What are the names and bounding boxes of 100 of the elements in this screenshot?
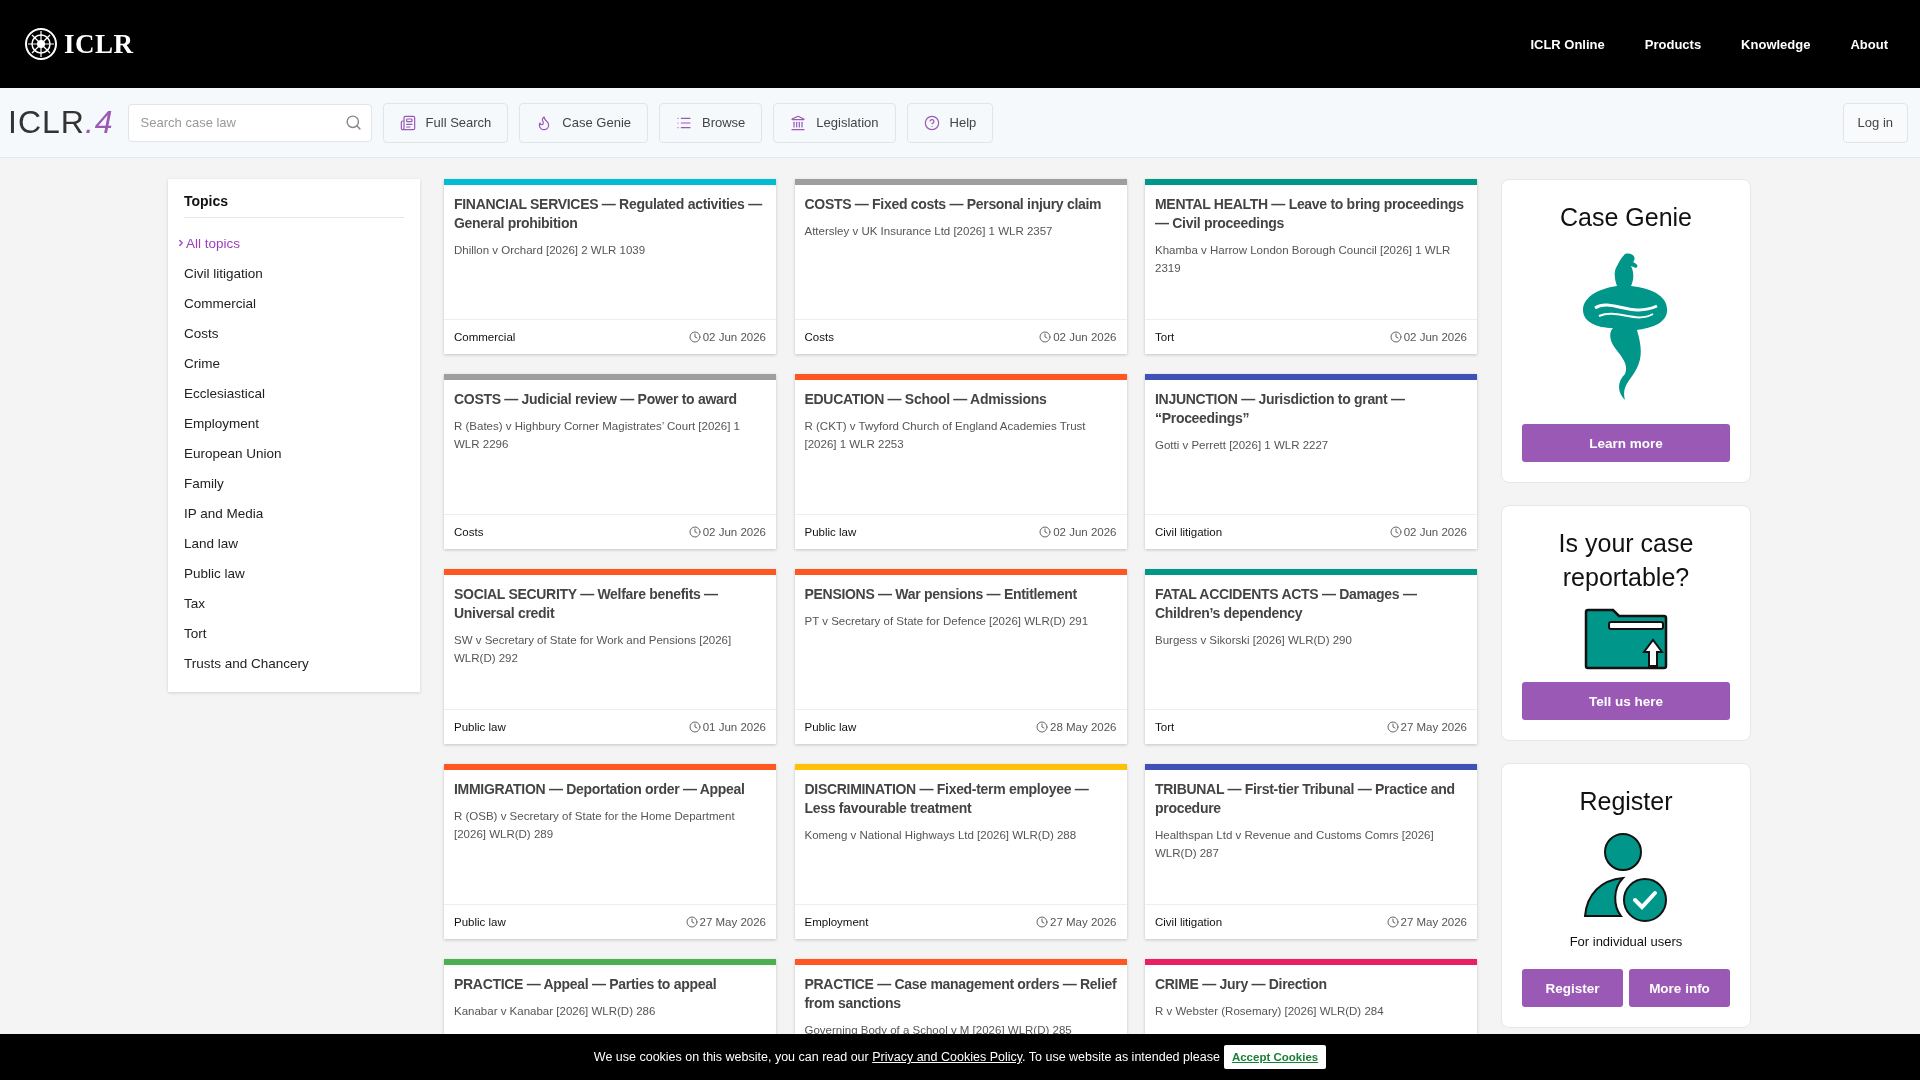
case-citation: SW v Secretary of State for Work and Pensions [2026] WLR(D) 292 — [454, 633, 733, 666]
help-icon — [923, 114, 940, 131]
promo-button[interactable]: Register — [1522, 969, 1623, 1007]
case-citation: Burgess v Sikorski [2026] WLR(D) 290 — [1155, 633, 1353, 648]
topic-link[interactable]: Employment — [184, 415, 260, 431]
accept-cookies-button[interactable]: Accept Cookies — [1223, 1045, 1327, 1069]
case-topic: Public law — [804, 526, 857, 538]
case-citation: Dhillon v Orchard [2026] 2 WLR 1039 — [454, 243, 647, 258]
promo-button[interactable]: Tell us here — [1522, 682, 1730, 720]
case-card[interactable]: EDUCATION — School — Admissions R (CKT) v Twyford Church of England Academies Trust [2026] 1 WLR 2253 Public law 02 Jun 2026 — [794, 374, 1127, 549]
case-card[interactable]: COSTS — Fixed costs — Personal injury claim Attersley v UK Insurance Ltd [2026] 1 WLR 2357 Costs 02 Jun 2026 — [794, 179, 1127, 354]
topic-link[interactable]: IP and Media — [184, 505, 264, 521]
case-date: 02 Jun 2026 — [702, 526, 766, 538]
promo-button[interactable]: Learn more — [1522, 424, 1730, 462]
case-card[interactable]: SOCIAL SECURITY — Welfare benefits — Universal credit SW v Secretary of State for Work and Pensions [2026] WLR(D) 292 Public law 01 Jun 2026 — [444, 569, 776, 744]
case-topic: Public law — [454, 916, 506, 928]
case-topic: Tort — [1155, 331, 1175, 343]
brand-logo[interactable]: ICLR — [64, 28, 134, 60]
case-citation: PT v Secretary of State for Defence [2026] WLR(D) 291 — [804, 614, 1090, 629]
case-topic: Tort — [1155, 721, 1175, 733]
case-date: 27 May 2026 — [1050, 916, 1117, 928]
case-date: 27 May 2026 — [1400, 916, 1467, 928]
clock-icon — [688, 526, 701, 538]
case-title: CRIME — Jury — Direction — [1155, 975, 1328, 994]
clock-icon — [685, 916, 698, 928]
topic-link[interactable]: Tort — [184, 625, 207, 641]
topic-link[interactable]: European Union — [184, 445, 282, 461]
landmark-icon — [790, 114, 807, 131]
case-topic: Civil litigation — [1155, 526, 1223, 538]
case-citation: Komeng v National Highways Ltd [2026] WLR(D) 288 — [804, 828, 1078, 843]
case-citation: Healthspan Ltd v Revenue and Customs Comrs [2026] WLR(D) 287 — [1155, 828, 1435, 861]
case-card[interactable]: TRIBUNAL — First-tier Tribunal — Practice and procedure Healthspan Ltd v Revenue and Customs Comrs [2026] WLR(D) 287 Civil litigation 27 May 2026 — [1145, 764, 1477, 939]
case-card[interactable]: DISCRIMINATION — Fixed-term employee — Less favourable treatment Komeng v National Highways Ltd [2026] WLR(D) 288 Employment 27 May 2026 — [794, 764, 1127, 939]
toolbar-button[interactable]: Browse — [659, 102, 763, 143]
clock-icon — [1386, 916, 1399, 928]
case-title: EDUCATION — School — Admissions — [804, 390, 1048, 409]
case-citation: R v Webster (Rosemary) [2026] WLR(D) 284 — [1155, 1004, 1385, 1019]
case-date: 01 Jun 2026 — [702, 721, 766, 733]
product-logo[interactable]: ICLR.4 — [8, 104, 114, 141]
case-date: 27 May 2026 — [1400, 721, 1467, 733]
case-title: PENSIONS — War pensions — Entitlement — [804, 585, 1078, 604]
cookie-notice: We use cookies on this website, you can read our Privacy and Cookies Policy. To use website as intended please — [593, 1050, 1220, 1064]
case-card[interactable]: FATAL ACCIDENTS ACTS — Damages — Children’s dependency Burgess v Sikorski [2026] WLR(D) 290 Tort 27 May 2026 — [1145, 569, 1477, 744]
topic-link[interactable]: Ecclesiastical — [184, 385, 266, 401]
topics-title: Topics — [184, 193, 404, 218]
nav-link[interactable]: Knowledge — [1741, 36, 1811, 52]
case-card[interactable]: IMMIGRATION — Deportation order — Appeal R (OSB) v Secretary of State for the Home Department [2026] WLR(D) 289 Public law 27 May 2026 — [444, 764, 776, 939]
case-card[interactable]: COSTS — Judicial review — Power to award R (Bates) v Highbury Corner Magistrates’ Court [2026] 1 WLR 2296 Costs 02 Jun 2026 — [444, 374, 776, 549]
case-topic: Public law — [454, 721, 506, 733]
topic-link[interactable]: Costs — [184, 325, 219, 341]
toolbar-button[interactable]: Full Search — [382, 102, 509, 143]
nav-link[interactable]: ICLR Online — [1530, 36, 1605, 52]
search-icon[interactable] — [344, 113, 362, 131]
toolbar-button[interactable]: Case Genie — [519, 102, 648, 143]
case-date: 02 Jun 2026 — [1053, 526, 1117, 538]
case-card[interactable]: INJUNCTION — Jurisdiction to grant — “Proceedings” Gotti v Perrett [2026] 1 WLR 2227 Civil litigation 02 Jun 2026 — [1145, 374, 1477, 549]
case-title: MENTAL HEALTH — Leave to bring proceedings — Civil proceedings — [1155, 195, 1465, 233]
topic-link[interactable]: Civil litigation — [184, 265, 263, 281]
case-card[interactable]: FINANCIAL SERVICES — Regulated activities — General prohibition Dhillon v Orchard [2026] 2 WLR 1039 Commercial 02 Jun 2026 — [444, 179, 776, 354]
case-citation: R (Bates) v Highbury Corner Magistrates’ Court [2026] 1 WLR 2296 — [454, 419, 741, 452]
topic-link[interactable]: Commercial — [184, 295, 256, 311]
case-citation: Kanabar v Kanabar [2026] WLR(D) 286 — [454, 1004, 657, 1019]
toolbar-button[interactable]: Legislation — [773, 102, 896, 143]
case-topic: Costs — [804, 331, 834, 343]
topic-link[interactable]: Crime — [184, 355, 220, 371]
case-citation: Khamba v Harrow London Borough Council [2026] 1 WLR 2319 — [1155, 243, 1452, 276]
case-title: PRACTICE — Case management orders — Relief from sanctions — [804, 975, 1117, 1013]
toolbar-button[interactable]: Help — [906, 102, 994, 143]
case-card[interactable]: PENSIONS — War pensions — Entitlement PT v Secretary of State for Defence [2026] WLR(D) 291 Public law 28 May 2026 — [794, 569, 1127, 744]
topic-link[interactable]: All topics — [176, 235, 241, 251]
case-title: FATAL ACCIDENTS ACTS — Damages — Children’s dependency — [1155, 585, 1418, 623]
topic-link[interactable]: Family — [184, 475, 224, 491]
login-button[interactable]: Log in — [1842, 102, 1908, 143]
case-title: COSTS — Judicial review — Power to award — [454, 390, 738, 409]
case-title: SOCIAL SECURITY — Welfare benefits — Universal credit — [454, 585, 719, 623]
case-title: DISCRIMINATION — Fixed-term employee — Less favourable treatment — [804, 780, 1090, 818]
case-date: 02 Jun 2026 — [1053, 331, 1117, 343]
case-title: TRIBUNAL — First-tier Tribunal — Practice and procedure — [1155, 780, 1456, 818]
clock-icon — [1389, 526, 1402, 538]
topic-link[interactable]: Land law — [184, 535, 239, 551]
promo-title: Is your case reportable? — [1557, 528, 1695, 593]
promo-button[interactable]: More info — [1629, 969, 1730, 1007]
nav-link[interactable]: Products — [1644, 36, 1702, 52]
document-icon — [399, 114, 416, 131]
clock-icon — [1386, 721, 1399, 733]
case-citation: Attersley v UK Insurance Ltd [2026] 1 WLR 2357 — [804, 224, 1054, 239]
case-topic: Employment — [804, 916, 869, 928]
case-date: 28 May 2026 — [1050, 721, 1117, 733]
topic-link[interactable]: Public law — [184, 565, 245, 581]
topic-link[interactable]: Tax — [184, 595, 205, 611]
nav-link[interactable]: About — [1850, 36, 1888, 52]
clock-icon — [1039, 331, 1052, 343]
case-topic: Public law — [804, 721, 857, 733]
clock-icon — [1389, 331, 1402, 343]
topic-link[interactable]: Trusts and Chancery — [184, 655, 309, 671]
chevron-icon — [176, 238, 186, 248]
search-field[interactable]: Search case law — [127, 103, 372, 142]
case-card[interactable]: MENTAL HEALTH — Leave to bring proceedings — Civil proceedings Khamba v Harrow London Borough Council [2026] 1 WLR 2319 Tort 02 Jun 2026 — [1145, 179, 1477, 354]
case-citation: R (OSB) v Secretary of State for the Home Department [2026] WLR(D) 289 — [454, 809, 736, 842]
case-date: 02 Jun 2026 — [1403, 526, 1467, 538]
